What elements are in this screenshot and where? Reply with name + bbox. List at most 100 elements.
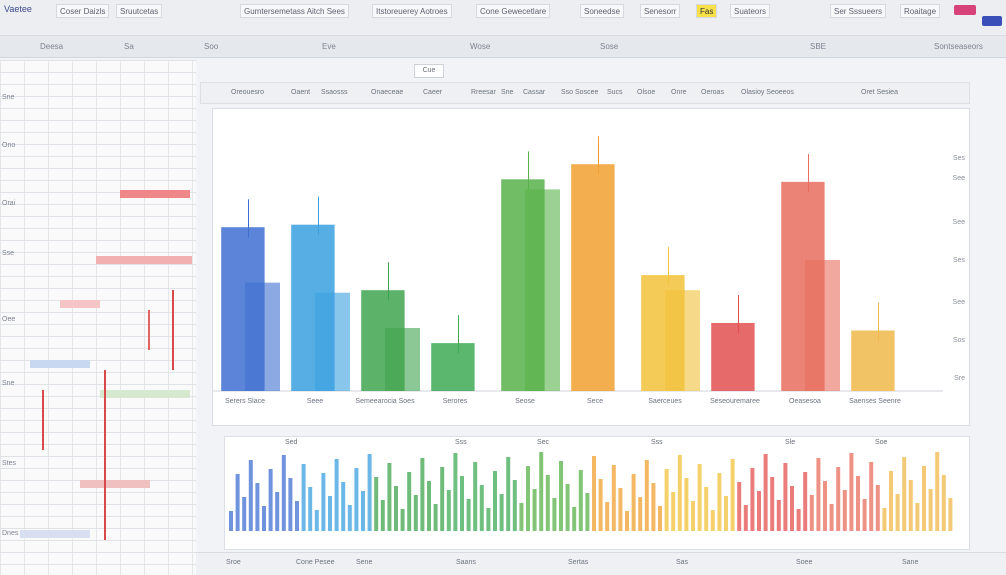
mini-bar <box>605 502 610 531</box>
tab-6[interactable]: Senesorr <box>640 4 681 18</box>
tab-2[interactable]: Gumtersemetass Aitch Sees <box>240 4 349 18</box>
toolbar-item[interactable]: Cassar <box>523 89 545 96</box>
toolbar-item[interactable]: Oeroas <box>701 89 724 96</box>
mini-bar <box>400 509 405 531</box>
toolbar-item[interactable]: Oreouesro <box>231 89 264 96</box>
user-badge[interactable] <box>954 5 976 15</box>
mini-bar <box>532 489 537 531</box>
ribbon-item[interactable]: SBE <box>806 41 830 52</box>
mini-bar <box>836 467 841 531</box>
spark-wick <box>172 290 174 370</box>
toolbar-item[interactable]: Olsoe <box>637 89 655 96</box>
mini-bar <box>882 508 887 531</box>
mini-bar <box>427 481 431 531</box>
mini-bar <box>651 483 656 531</box>
tab-10[interactable]: Roaitage <box>900 4 941 18</box>
ribbon-item[interactable]: Sontseaseors <box>930 41 987 52</box>
status-item[interactable]: Sane <box>902 559 918 566</box>
status-item[interactable]: Sroe <box>226 559 241 566</box>
share-button[interactable] <box>982 16 1002 26</box>
toolbar-item[interactable]: Ssaosss <box>321 89 347 96</box>
mini-bar <box>585 493 590 531</box>
status-item[interactable]: Saans <box>456 559 476 566</box>
cell-highlight[interactable] <box>96 256 192 264</box>
toolbar-item[interactable]: Sne <box>501 89 513 96</box>
ribbon-item[interactable]: Wose <box>466 41 494 52</box>
cell-highlight[interactable] <box>60 300 100 308</box>
toolbar-item[interactable]: Sucs <box>607 89 623 96</box>
tab-5[interactable]: Soneedse <box>580 4 625 18</box>
mini-bar <box>539 452 544 531</box>
mini-bar <box>255 483 260 531</box>
mini-bar <box>512 480 517 531</box>
spark-wick <box>104 370 106 540</box>
cell-highlight[interactable] <box>30 360 90 368</box>
sub-bar-chart[interactable]: Sed Sss Sec Sss Sle Soe <box>224 436 970 550</box>
mini-bar <box>374 477 379 531</box>
sub-label: Sle <box>785 439 796 446</box>
bar-3-s0[interactable] <box>431 343 475 391</box>
x-tick-label: Oeasesoa <box>789 398 821 405</box>
cell-highlight[interactable] <box>80 480 150 488</box>
tab-4[interactable]: Cone Gewecetlare <box>476 4 551 18</box>
mini-bar <box>526 466 530 531</box>
chart-tab[interactable]: Cue <box>414 64 444 78</box>
ribbon-item[interactable]: Sa <box>120 41 138 52</box>
mini-bar <box>691 501 695 531</box>
mini-bar <box>664 469 669 531</box>
toolbar-item[interactable]: Oaent <box>291 89 310 96</box>
status-item[interactable]: Cone Pesee <box>296 559 335 566</box>
bar-1-s1[interactable] <box>315 292 350 391</box>
toolbar-item[interactable]: Oret Sesiea <box>861 89 898 96</box>
status-item[interactable]: Sertas <box>568 559 588 566</box>
toolbar-item[interactable]: Olasioy Seoeeos <box>741 89 794 96</box>
tab-9[interactable]: Ser Sssueers <box>830 4 887 18</box>
sub-label: Soe <box>875 439 888 446</box>
toolbar-item[interactable]: Onre <box>671 89 687 96</box>
mini-bar <box>677 455 682 531</box>
spreadsheet[interactable]: Sne Ono Orai Sse Oee Sne Stes Dnes <box>0 60 196 575</box>
mini-bar <box>354 468 359 531</box>
main-bar-chart[interactable]: Serers Slace Seee Semeearocia Soes Serores S… <box>212 108 970 426</box>
bar-7-s0[interactable] <box>711 322 755 391</box>
bar-8-s1[interactable] <box>805 259 840 391</box>
cell-highlight[interactable] <box>120 190 190 198</box>
tab-3[interactable]: Itstoreuerey Aotroes <box>372 4 452 18</box>
bar-5-s0[interactable] <box>571 164 615 391</box>
ribbon-item[interactable]: Eve <box>318 41 340 52</box>
bar-0-s1[interactable] <box>245 282 280 391</box>
toolbar-item[interactable]: Rreesar <box>471 89 496 96</box>
mini-bar <box>902 457 907 531</box>
status-item[interactable]: Sas <box>676 559 688 566</box>
cell-highlight[interactable] <box>20 530 90 538</box>
chart-toolbar: Oreouesro Oaent Ssaosss Onaeceae Caeer R… <box>200 82 970 104</box>
tab-0[interactable]: Coser Daizls <box>56 4 110 18</box>
tab-7[interactable]: Fas <box>696 4 718 18</box>
x-tick-label: Semeearocia Soes <box>355 398 415 405</box>
status-item[interactable]: Sene <box>356 559 372 566</box>
ribbon-item[interactable]: Sose <box>596 41 622 52</box>
toolbar-item[interactable]: Sso Soscee <box>561 89 598 96</box>
mini-bar <box>631 474 636 531</box>
tab-8[interactable]: Suateors <box>730 4 771 18</box>
toolbar-item[interactable]: Caeer <box>423 89 442 96</box>
mini-bar <box>578 470 583 531</box>
ribbon-item[interactable]: Soo <box>200 41 222 52</box>
ribbon-item[interactable]: Deesa <box>36 41 67 52</box>
mini-bar <box>446 490 451 531</box>
mini-bar <box>783 463 788 531</box>
mini-bar <box>928 489 933 531</box>
mini-bar <box>618 488 623 531</box>
toolbar-item[interactable]: Onaeceae <box>371 89 403 96</box>
tab-1[interactable]: Sruutcetas <box>116 4 163 18</box>
bar-9-s0[interactable] <box>851 330 895 391</box>
bar-4-s1[interactable] <box>525 189 560 391</box>
cell-highlight[interactable] <box>100 390 190 398</box>
ribbon: Deesa Sa Soo Eve Wose Sose SBE Sontsease… <box>0 36 1006 58</box>
mini-bar <box>321 473 326 531</box>
mini-bar <box>248 460 253 531</box>
mini-bar <box>235 474 240 531</box>
status-item[interactable]: Soee <box>796 559 812 566</box>
bar-2-s1[interactable] <box>385 328 420 391</box>
bar-6-s1[interactable] <box>665 290 700 391</box>
